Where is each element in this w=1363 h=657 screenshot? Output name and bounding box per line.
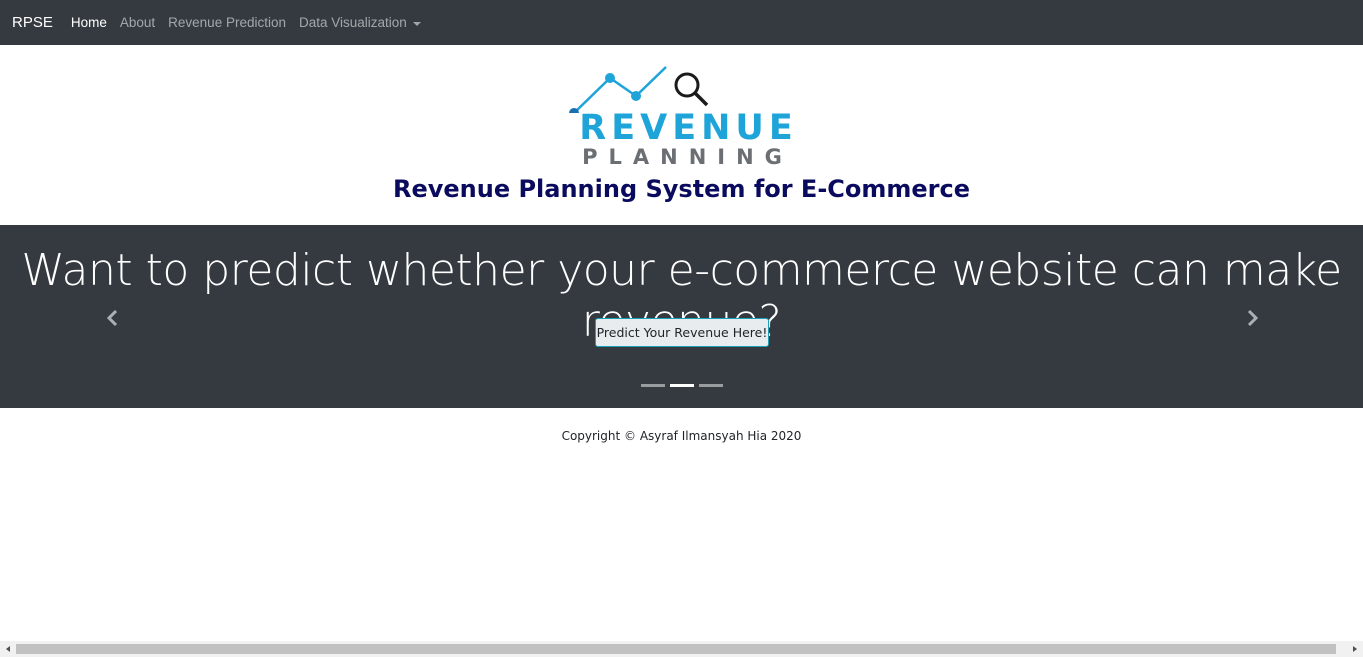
- carousel-prev-button[interactable]: [102, 307, 124, 329]
- horizontal-scrollbar[interactable]: [0, 641, 1363, 657]
- nav-item-data-visualization[interactable]: Data Visualization: [299, 15, 421, 30]
- predict-revenue-button[interactable]: Predict Your Revenue Here!: [595, 318, 769, 347]
- scroll-left-arrow-icon[interactable]: [0, 641, 16, 657]
- carousel-indicator-2[interactable]: [670, 384, 694, 387]
- navbar-brand[interactable]: RPSE: [12, 14, 53, 31]
- carousel-indicators: [641, 384, 728, 387]
- navbar: RPSE Home About Revenue Prediction Data …: [0, 0, 1363, 45]
- carousel-indicator-1[interactable]: [641, 384, 665, 387]
- site-header: REVENUE PLANNING Revenue Planning System…: [0, 45, 1363, 225]
- nav-item-about[interactable]: About: [120, 15, 155, 30]
- dropdown-caret-icon: [412, 21, 421, 26]
- nav-item-revenue-prediction[interactable]: Revenue Prediction: [168, 15, 286, 30]
- chevron-left-icon: [106, 309, 118, 327]
- carousel-indicator-3[interactable]: [699, 384, 723, 387]
- footer-copyright: Copyright © Asyraf Ilmansyah Hia 2020: [561, 429, 802, 443]
- nav-item-home[interactable]: Home: [71, 15, 107, 30]
- scrollbar-thumb[interactable]: [16, 644, 1336, 654]
- carousel-next-button[interactable]: [1241, 307, 1263, 329]
- chevron-right-icon: [1247, 309, 1259, 327]
- page-title: Revenue Planning System for E-Commerce: [392, 175, 971, 203]
- logo-wordmark-revenue: REVENUE: [579, 108, 798, 148]
- nav-item-data-visualization-label: Data Visualization: [298, 15, 407, 30]
- logo-wordmark-planning: PLANNING: [582, 145, 793, 169]
- line-chart-magnifier-icon: [569, 66, 709, 113]
- scroll-right-arrow-icon[interactable]: [1347, 641, 1363, 657]
- hero-carousel: Want to predict whether your e-commerce …: [0, 225, 1363, 408]
